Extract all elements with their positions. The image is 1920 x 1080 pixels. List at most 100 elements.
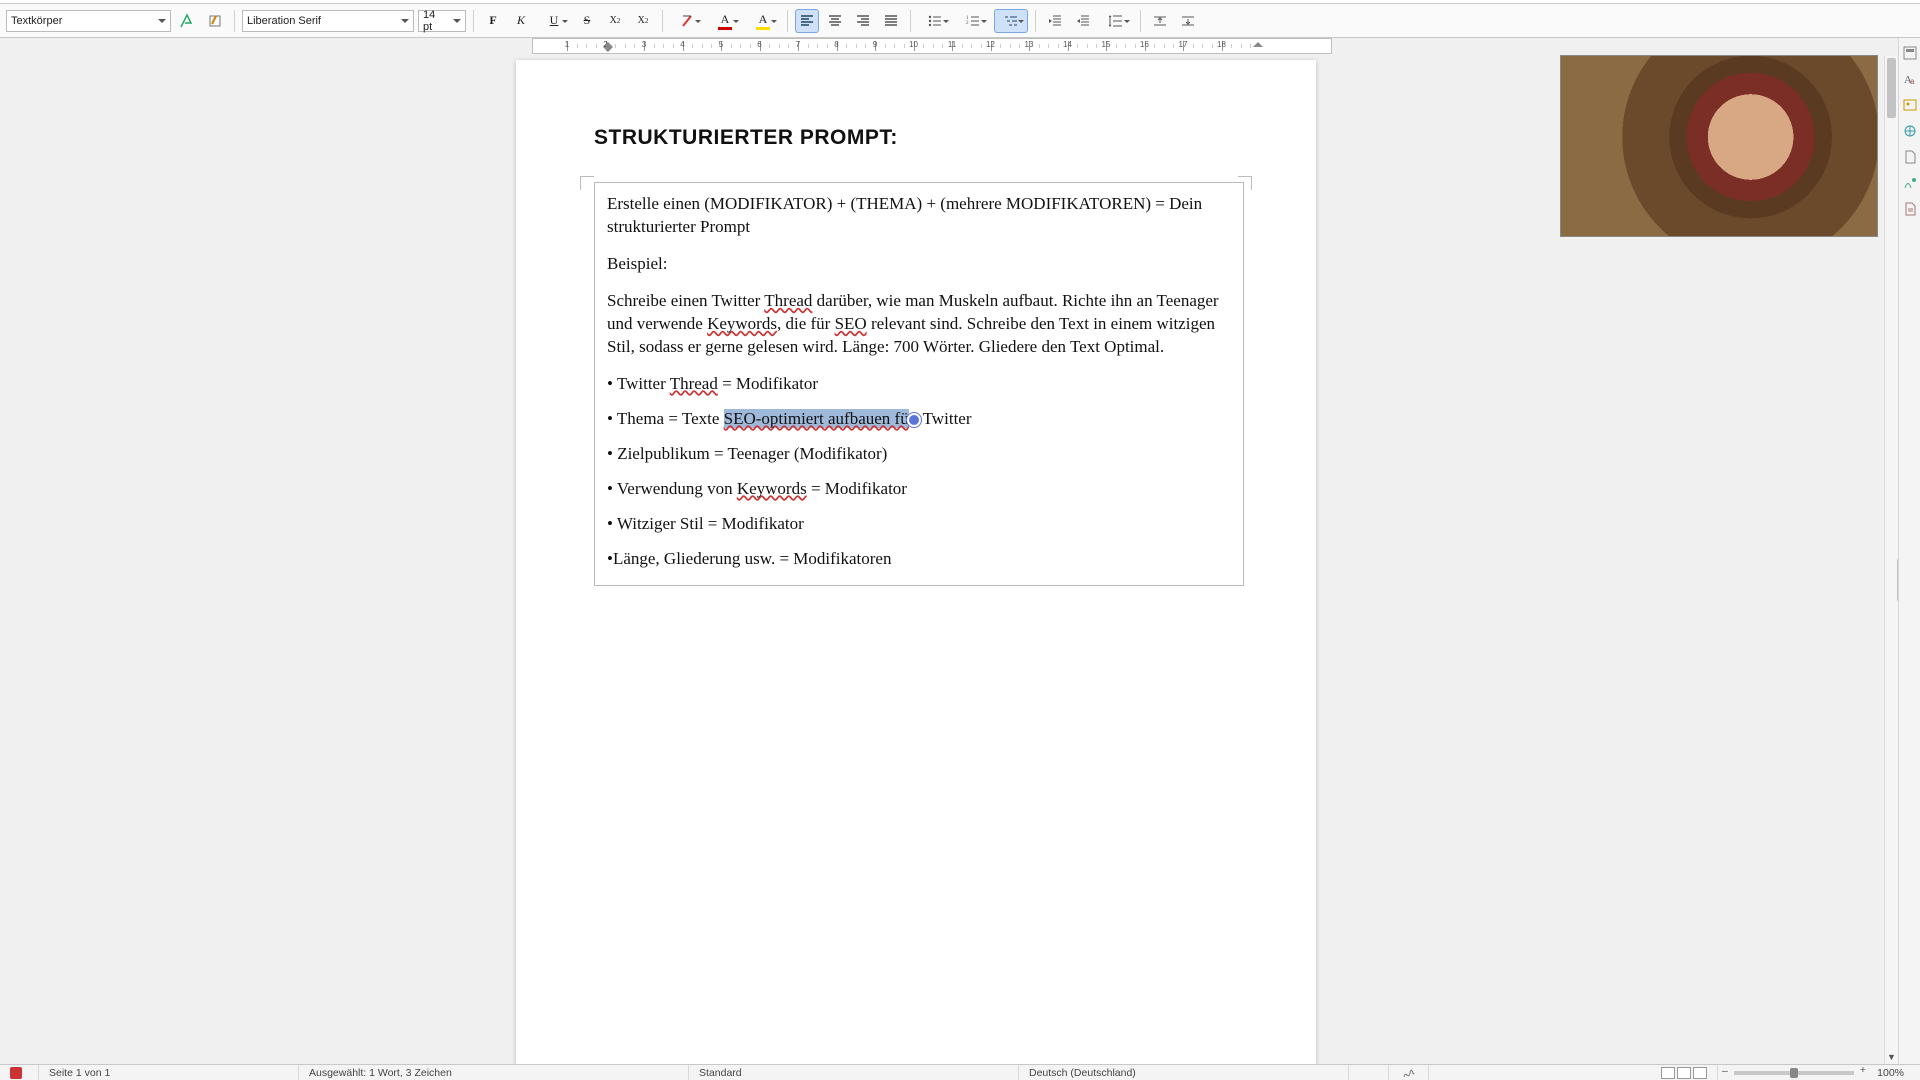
bullet-line[interactable]: • Witziger Stil = Modifikator: [607, 513, 1231, 536]
webcam-overlay: [1560, 55, 1878, 237]
spellcheck-word: Keywords: [737, 479, 807, 498]
update-style-icon[interactable]: [175, 9, 199, 33]
text-run: • Twitter: [607, 374, 670, 393]
text-run: = Modifikator: [718, 374, 818, 393]
paragraph[interactable]: Schreibe einen Twitter Thread darüber, w…: [607, 290, 1231, 359]
bold-button[interactable]: F: [481, 9, 505, 33]
paragraph-style-combo[interactable]: Textkörper: [6, 10, 171, 32]
status-insert-mode[interactable]: [1349, 1065, 1389, 1080]
text-run: = Modifikator: [807, 479, 907, 498]
text-run: • Thema = Texte: [607, 409, 724, 428]
status-signature[interactable]: [1389, 1065, 1429, 1080]
toolbar-separator: [662, 10, 663, 32]
bullet-line[interactable]: •Länge, Gliederung usw. = Modifikatoren: [607, 548, 1231, 571]
frame-corner-icon: [580, 176, 594, 190]
spellcheck-word: Thread: [764, 291, 812, 310]
ruler-row: 123456789101112131415161718: [0, 38, 1920, 56]
zoom-value: 100%: [1860, 1067, 1910, 1079]
bullet-line[interactable]: • Verwendung von Keywords = Modifikator: [607, 478, 1231, 501]
ruler-label: 10: [909, 40, 918, 49]
ruler-label: 13: [1025, 40, 1034, 49]
ruler-label: 7: [796, 40, 800, 49]
font-size-combo[interactable]: 14 pt: [418, 10, 466, 32]
svg-text:2: 2: [966, 21, 969, 26]
page[interactable]: STRUKTURIERTER PROMPT: Erstelle einen (M…: [516, 60, 1316, 1064]
formatting-toolbar: Textkörper Liberation Serif 14 pt F K U …: [0, 4, 1920, 38]
properties-panel-icon[interactable]: [1901, 44, 1919, 62]
highlight-color-button[interactable]: A: [746, 9, 780, 33]
status-view-buttons[interactable]: [1651, 1065, 1718, 1080]
ruler-label: 3: [642, 40, 646, 49]
align-right-button[interactable]: [851, 9, 875, 33]
ruler-label: 2: [603, 40, 607, 49]
strikethrough-button[interactable]: S: [575, 9, 599, 33]
superscript-button[interactable]: X2: [603, 9, 627, 33]
spellcheck-word: SEO: [835, 314, 867, 333]
save-icon: [10, 1067, 22, 1079]
decrease-indent-button[interactable]: [1071, 9, 1095, 33]
bullet-line[interactable]: • Twitter Thread = Modifikator: [607, 373, 1231, 396]
text-run: •Länge, Gliederung usw. = Modifikatoren: [607, 549, 891, 568]
bullet-line[interactable]: • Zielpublikum = Teenager (Modifikator): [607, 443, 1231, 466]
toolbar-separator: [473, 10, 474, 32]
zoom-slider-knob[interactable]: [1790, 1068, 1798, 1078]
toolbar-separator: [910, 10, 911, 32]
ruler-label: 4: [680, 40, 684, 49]
clear-formatting-button[interactable]: [670, 9, 704, 33]
toolbar-separator: [234, 10, 235, 32]
ruler-label: 9: [873, 40, 877, 49]
navigator-panel-icon[interactable]: [1901, 122, 1919, 140]
bullet-line[interactable]: • Thema = Texte SEO-optimiert aufbauen f…: [607, 408, 1231, 431]
subscript-button[interactable]: X2: [631, 9, 655, 33]
status-bar: Seite 1 von 1 Ausgewählt: 1 Wort, 3 Zeic…: [0, 1064, 1920, 1080]
align-center-button[interactable]: [823, 9, 847, 33]
status-page[interactable]: Seite 1 von 1: [39, 1065, 299, 1080]
svg-text:a: a: [1910, 77, 1915, 86]
vertical-scrollbar[interactable]: ▲ ▼: [1884, 56, 1898, 1064]
status-save-indicator[interactable]: [0, 1065, 39, 1080]
status-page-style[interactable]: Standard: [689, 1065, 1019, 1080]
ruler-label: 8: [834, 40, 838, 49]
text-run: • Verwendung von: [607, 479, 737, 498]
highlight-label: A: [756, 12, 770, 30]
font-name-combo[interactable]: Liberation Serif: [242, 10, 414, 32]
text-frame[interactable]: Erstelle einen (MODIFIKATOR) + (THEMA) +…: [594, 182, 1244, 585]
paragraph[interactable]: Beispiel:: [607, 253, 1231, 276]
text-run: • Zielpublikum = Teenager (Modifikator): [607, 444, 887, 463]
manage-changes-panel-icon[interactable]: [1901, 200, 1919, 218]
toolbar-separator: [787, 10, 788, 32]
right-panel-bar: Aa: [1898, 38, 1920, 1064]
paragraph[interactable]: Erstelle einen (MODIFIKATOR) + (THEMA) +…: [607, 193, 1231, 239]
italic-button[interactable]: K: [509, 9, 533, 33]
underline-button[interactable]: U: [537, 9, 571, 33]
ruler-label: 16: [1140, 40, 1149, 49]
text-run: • Witziger Stil = Modifikator: [607, 514, 804, 533]
ruler-label: 14: [1063, 40, 1072, 49]
font-color-button[interactable]: A: [708, 9, 742, 33]
style-inspector-panel-icon[interactable]: [1901, 174, 1919, 192]
page-panel-icon[interactable]: [1901, 148, 1919, 166]
align-left-button[interactable]: [795, 9, 819, 33]
ruler-label: 6: [757, 40, 761, 49]
ruler-label: 1: [565, 40, 569, 49]
toolbar-separator: [1035, 10, 1036, 32]
numbered-list-button[interactable]: 12: [956, 9, 990, 33]
gallery-panel-icon[interactable]: [1901, 96, 1919, 114]
zoom-slider[interactable]: [1734, 1071, 1854, 1075]
line-spacing-button[interactable]: [1099, 9, 1133, 33]
status-language[interactable]: Deutsch (Deutschland): [1019, 1065, 1349, 1080]
bullet-list-button[interactable]: [918, 9, 952, 33]
status-zoom[interactable]: 100%: [1718, 1065, 1920, 1080]
horizontal-ruler[interactable]: 123456789101112131415161718: [532, 38, 1332, 54]
font-color-label: A: [718, 12, 732, 30]
decrease-para-spacing-button[interactable]: [1176, 9, 1200, 33]
new-style-icon[interactable]: [203, 9, 227, 33]
scrollbar-thumb[interactable]: [1887, 58, 1896, 118]
increase-indent-button[interactable]: [1043, 9, 1067, 33]
outline-list-button[interactable]: [994, 9, 1028, 33]
text-run: , die für: [777, 314, 835, 333]
align-justify-button[interactable]: [879, 9, 903, 33]
styles-panel-icon[interactable]: Aa: [1901, 70, 1919, 88]
increase-para-spacing-button[interactable]: [1148, 9, 1172, 33]
scroll-down-icon[interactable]: ▼: [1885, 1050, 1898, 1064]
